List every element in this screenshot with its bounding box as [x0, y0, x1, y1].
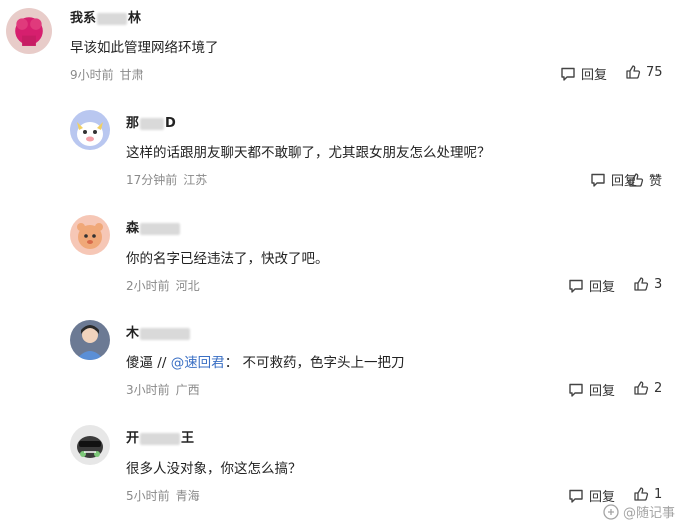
comment-location: 江苏 — [183, 173, 208, 187]
thumbs-up-icon — [634, 381, 649, 395]
comment-5: 开王 很多人没对象，你这怎么搞？ 5小时前 青海 回复 1 — [0, 415, 683, 525]
comment-text: 很多人没对象，你这怎么搞？ — [126, 461, 302, 477]
comment-text-suffix: ： 不可救药，色字头上一把刀 — [224, 355, 405, 371]
user-avatar[interactable] — [6, 8, 52, 54]
user-avatar[interactable] — [70, 425, 110, 465]
thumbs-up-icon — [634, 487, 649, 501]
comment-meta: 17分钟前 江苏 — [126, 171, 207, 188]
comment-bubble-icon — [591, 173, 605, 187]
reply-label: 回复 — [581, 68, 608, 83]
like-count: 75 — [646, 64, 663, 80]
comment-1: 我系林 早该如此管理网络环境了 9小时前 甘肃 回复 75 — [0, 0, 683, 100]
comment-location: 广西 — [175, 383, 200, 397]
comment-meta: 3小时前 广西 — [126, 381, 200, 398]
like-button[interactable]: 1 — [633, 486, 662, 502]
comment-time: 5小时前 — [126, 489, 170, 503]
username[interactable]: 森 — [126, 217, 181, 236]
like-count: 3 — [654, 276, 663, 292]
comment-text: 你的名字已经违法了，快改了吧。 — [126, 251, 329, 267]
comment-text: 早该如此管理网络环境了 — [70, 40, 219, 56]
comment-time: 3小时前 — [126, 383, 170, 397]
comment-location: 青海 — [175, 489, 200, 503]
comment-bubble-icon — [569, 489, 583, 503]
reply-label: 回复 — [589, 384, 616, 399]
comment-meta: 5小时前 青海 — [126, 487, 200, 504]
user-avatar[interactable] — [70, 110, 110, 150]
comment-text: 这样的话跟朋友聊天都不敢聊了，尤其跟女朋友怎么处理呢？ — [126, 145, 491, 161]
mention-link[interactable]: @速回君 — [171, 355, 225, 371]
like-count: 1 — [654, 486, 663, 502]
reply-button[interactable]: 回复 — [568, 276, 615, 295]
thumbs-up-icon — [629, 172, 644, 187]
thumbs-up-icon — [634, 277, 649, 291]
watermark: @随记事 — [603, 502, 675, 521]
reply-label: 回复 — [589, 280, 616, 295]
comment-bubble-icon — [569, 383, 583, 397]
comment-location: 河北 — [175, 279, 200, 293]
reply-button[interactable]: 回复 — [560, 64, 607, 83]
comment-time: 2小时前 — [126, 279, 170, 293]
comment-bubble-icon — [569, 279, 583, 293]
comment-time: 9小时前 — [70, 68, 114, 82]
comment-bubble-icon — [561, 67, 575, 81]
like-button[interactable]: 赞 — [628, 170, 662, 189]
user-avatar[interactable] — [70, 320, 110, 360]
comment-time: 17分钟前 — [126, 173, 178, 187]
comment-meta: 9小时前 甘肃 — [70, 66, 144, 83]
watermark-logo-icon — [603, 503, 619, 520]
username[interactable]: 那D — [126, 112, 176, 131]
like-count: 赞 — [649, 174, 663, 189]
username[interactable]: 开王 — [126, 427, 194, 446]
user-avatar[interactable] — [70, 215, 110, 255]
watermark-text: @随记事 — [622, 506, 675, 521]
comment-2: 那D 这样的话跟朋友聊天都不敢聊了，尤其跟女朋友怎么处理呢？ 17分钟前 江苏 回… — [0, 100, 683, 205]
like-button[interactable]: 3 — [633, 276, 662, 292]
reply-button[interactable]: 回复 — [568, 380, 615, 399]
username[interactable]: 我系林 — [70, 7, 141, 26]
comment-meta: 2小时前 河北 — [126, 277, 200, 294]
comment-4: 木 傻逼 // @速回君： 不可救药，色字头上一把刀 3小时前 广西 回复 2 — [0, 310, 683, 415]
like-button[interactable]: 75 — [625, 64, 663, 80]
comment-page: { "comments": [ { "name_prefix": "我系", "… — [0, 0, 683, 525]
comment-text: 傻逼 // @速回君： 不可救药，色字头上一把刀 — [126, 351, 404, 371]
like-button[interactable]: 2 — [633, 380, 662, 396]
like-count: 2 — [654, 380, 663, 396]
username[interactable]: 木 — [126, 322, 191, 341]
thumbs-up-icon — [626, 65, 641, 79]
comment-3: 森 你的名字已经违法了，快改了吧。 2小时前 河北 回复 3 — [0, 205, 683, 310]
comment-location: 甘肃 — [119, 68, 144, 82]
comment-text-prefix: 傻逼 // — [126, 355, 171, 371]
